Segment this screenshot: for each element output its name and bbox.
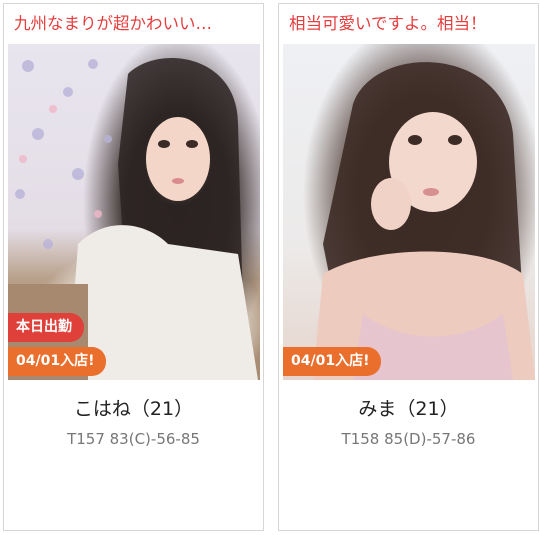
today-shift-badge: 本日出勤 xyxy=(8,313,84,342)
new-shop-badge: 04/01入店! xyxy=(283,347,382,376)
cast-spec: T157 83(C)-56-85 xyxy=(67,430,200,448)
cast-photo[interactable] xyxy=(283,44,535,380)
catch-copy: 相当可愛いですよ。相当！ xyxy=(289,14,487,33)
cast-name[interactable]: みま（21） xyxy=(279,394,538,421)
photo-decor xyxy=(313,62,535,380)
catch-copy: 九州なまりが超かわいい… xyxy=(14,14,212,33)
cast-name[interactable]: こはね（21） xyxy=(4,394,263,421)
cast-card[interactable]: 九州なまりが超かわいい… 本日出勤 04/01入店! こはね（21） T157 … xyxy=(3,3,264,531)
new-shop-badge: 04/01入店! xyxy=(8,347,107,376)
cast-card[interactable]: 相当可愛いですよ。相当！ 04/01入店! みま（21） T158 85(D)-… xyxy=(278,3,539,531)
cast-spec: T158 85(D)-57-86 xyxy=(341,430,476,448)
